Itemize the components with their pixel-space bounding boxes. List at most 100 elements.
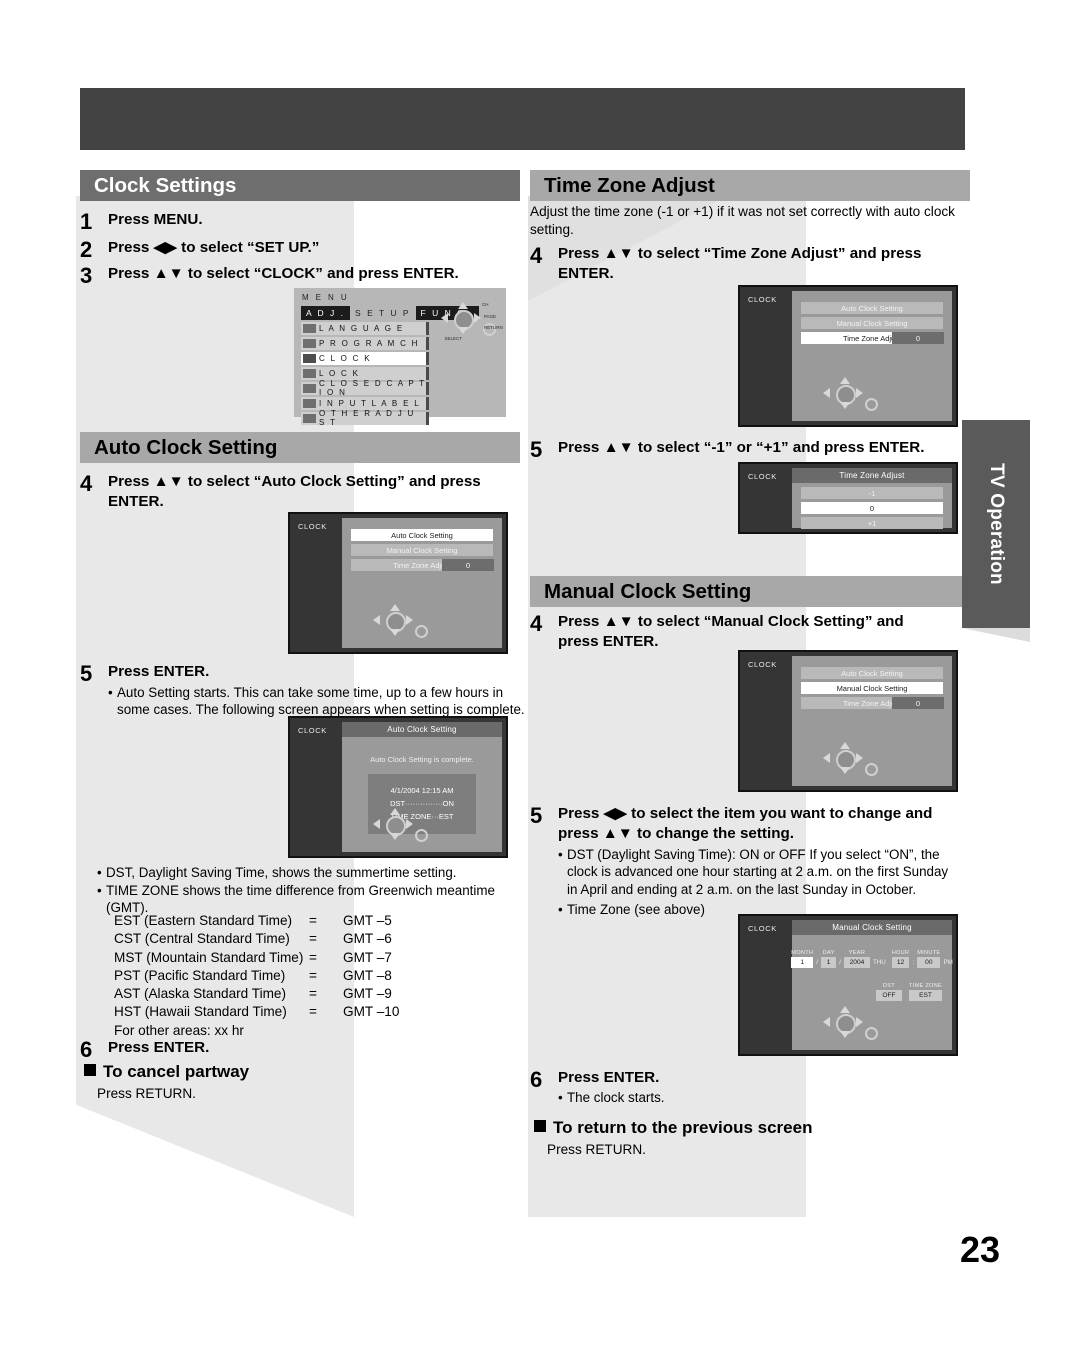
step-6-auto: 6 Press ENTER. bbox=[80, 1038, 510, 1062]
manual-clock-fields: MONTH 1 / DAY 1 / YEAR 2004 THU HOUR 12 … bbox=[791, 950, 953, 1001]
step-number: 4 bbox=[80, 471, 93, 496]
weekday-label: THU bbox=[872, 959, 886, 966]
menu-item-closed-caption[interactable]: C L O S E D C A P T I O N bbox=[301, 379, 429, 397]
step-3: 3 Press ▲▼ to select “CLOCK” and press E… bbox=[80, 264, 520, 288]
osd-option-time-zone-adjust[interactable]: Time Zone Adjust 0 bbox=[351, 559, 494, 571]
tz-name: CST (Central Standard Time) bbox=[114, 931, 290, 947]
field-caption: DAY bbox=[822, 950, 835, 956]
tz-equals: = bbox=[309, 931, 317, 947]
dpad-label-return: RETURN bbox=[484, 325, 503, 330]
clock-icon bbox=[303, 353, 316, 363]
osd-body: Manual Clock Setting MONTH 1 / DAY 1 / Y… bbox=[791, 920, 953, 1050]
osd-option-time-zone-adjust[interactable]: Time Zone Adjust 0 bbox=[801, 332, 944, 344]
dst-field[interactable]: DST OFF bbox=[875, 983, 902, 1001]
osd-option-value: 0 bbox=[892, 332, 944, 344]
step-bullet: The clock starts. bbox=[567, 1089, 665, 1105]
top-banner bbox=[80, 88, 965, 150]
osd-tag: CLOCK bbox=[748, 660, 777, 669]
note-dst: DST, Daylight Saving Time, shows the sum… bbox=[106, 865, 457, 880]
osd-option-label: Manual Clock Setting bbox=[836, 318, 908, 328]
sliders-icon bbox=[303, 413, 316, 423]
osd-message: Auto Clock Setting is complete. bbox=[370, 755, 474, 764]
month-field[interactable]: MONTH 1 bbox=[791, 950, 814, 968]
osd-body: Time Zone Adjust -1 0 +1 bbox=[792, 468, 952, 529]
field-value: 1 bbox=[821, 957, 837, 968]
field-caption: MINUTE bbox=[917, 950, 941, 956]
step-text: Press ▲▼ to select “Auto Clock Setting” … bbox=[108, 473, 481, 510]
side-tab-label: TV Operation bbox=[986, 463, 1007, 585]
osd-clock-menu-auto: CLOCK Auto Clock Setting Manual Clock Se… bbox=[288, 512, 508, 654]
menu-tab-adj[interactable]: A D J . bbox=[301, 306, 351, 320]
osd-option-auto-clock-setting[interactable]: Auto Clock Setting bbox=[801, 302, 943, 314]
cancel-partway-body: Press RETURN. bbox=[97, 1086, 196, 1101]
table-row: CST (Central Standard Time) = GMT –6 bbox=[114, 930, 399, 948]
year-field[interactable]: YEAR 2004 bbox=[843, 950, 870, 968]
menu-item-other-adjust[interactable]: O T H E R A D J U S T bbox=[301, 409, 429, 428]
field-value: 00 bbox=[917, 957, 941, 968]
day-field[interactable]: DAY 1 bbox=[821, 950, 837, 968]
osd-option-value: 0 bbox=[892, 697, 944, 709]
timezone-table: EST (Eastern Standard Time) = GMT –5 CST… bbox=[114, 912, 399, 1040]
step-bullet-timezone: Time Zone (see above) bbox=[567, 901, 705, 917]
menu-item-label: O T H E R A D J U S T bbox=[319, 409, 416, 428]
osd-option-manual-clock-setting[interactable]: Manual Clock Setting bbox=[351, 544, 493, 556]
menu-item-lock[interactable]: L O C K bbox=[301, 367, 429, 380]
table-row: EST (Eastern Standard Time) = GMT –5 bbox=[114, 912, 399, 930]
menu-item-clock[interactable]: C L O C K bbox=[301, 352, 429, 365]
osd-option-label: Auto Clock Setting bbox=[841, 303, 903, 313]
field-value: EST bbox=[908, 990, 943, 1001]
osd-option-label: Manual Clock Setting bbox=[836, 683, 908, 693]
osd-option-auto-clock-setting[interactable]: Auto Clock Setting bbox=[351, 529, 493, 541]
osd-option-auto-clock-setting[interactable]: Auto Clock Setting bbox=[801, 667, 943, 679]
hour-field[interactable]: HOUR 12 bbox=[891, 950, 910, 968]
heading-cancel-partway: To cancel partway bbox=[84, 1062, 249, 1082]
osd-time-zone-adjust: CLOCK Time Zone Adjust -1 0 +1 bbox=[738, 462, 958, 534]
osd-option-plus-one[interactable]: +1 bbox=[801, 517, 943, 529]
tz-offset: GMT –10 bbox=[343, 1004, 400, 1020]
caption-icon bbox=[303, 383, 316, 393]
field-value: 12 bbox=[891, 957, 910, 968]
step-text: Press ENTER. bbox=[558, 1069, 660, 1086]
minute-field[interactable]: MINUTE 00 bbox=[917, 950, 941, 968]
osd-option-manual-clock-setting[interactable]: Manual Clock Setting bbox=[801, 682, 943, 694]
osd-option-minus-one[interactable]: -1 bbox=[801, 487, 943, 499]
menu-tab-setup[interactable]: S E T U P bbox=[350, 306, 415, 320]
step-text: Press ▲▼ to select “Manual Clock Setting… bbox=[558, 613, 904, 650]
menu-item-input-label[interactable]: I N P U T L A B E L bbox=[301, 397, 429, 410]
tz-name: MST (Mountain Standard Time) bbox=[114, 949, 304, 965]
tv-icon bbox=[303, 338, 316, 348]
time-zone-intro: Adjust the time zone (-1 or +1) if it wa… bbox=[530, 204, 955, 238]
osd-option-time-zone-adjust[interactable]: Time Zone Adjust 0 bbox=[801, 697, 944, 709]
dpad-label-page: PAGE bbox=[484, 314, 497, 319]
timezone-field[interactable]: TIME ZONE EST bbox=[908, 983, 943, 1001]
step-text: Press ▲▼ to select “CLOCK” and press ENT… bbox=[108, 265, 459, 282]
menu-item-program-ch[interactable]: P R O G R A M C H bbox=[301, 337, 429, 350]
step-text: Press ENTER. bbox=[108, 1039, 210, 1056]
field-caption: TIME ZONE bbox=[908, 983, 943, 989]
field-caption: DST bbox=[882, 983, 895, 989]
section-header-time-zone-adjust: Time Zone Adjust bbox=[530, 170, 970, 201]
step-5-timezone: 5 Press ▲▼ to select “-1” or “+1” and pr… bbox=[530, 438, 960, 462]
step-number: 2 bbox=[80, 237, 93, 262]
menu-item-language[interactable]: L A N G U A G E bbox=[301, 322, 429, 335]
manual-page: Clock Settings 1 Press MENU. 2 Press ◀▶ … bbox=[0, 0, 1080, 1363]
date-separator: / bbox=[839, 959, 841, 966]
field-caption: HOUR bbox=[891, 950, 910, 956]
osd-option-manual-clock-setting[interactable]: Manual Clock Setting bbox=[801, 317, 943, 329]
field-value: OFF bbox=[875, 990, 902, 1001]
osd-option-label: Auto Clock Setting bbox=[841, 668, 903, 678]
field-value: 1 bbox=[791, 957, 814, 968]
osd-option-zero[interactable]: 0 bbox=[801, 502, 943, 514]
osd-info-datetime: 4/1/2004 12:15 AM bbox=[390, 786, 454, 795]
tz-offset: GMT –8 bbox=[343, 967, 392, 983]
heading-text: To cancel partway bbox=[103, 1062, 250, 1081]
step-number: 6 bbox=[80, 1037, 93, 1062]
section-title: Time Zone Adjust bbox=[544, 173, 715, 197]
menu-item-label: C L O C K bbox=[319, 353, 372, 363]
heading-text: To return to the previous screen bbox=[553, 1118, 813, 1137]
osd-option-label: +1 bbox=[867, 518, 877, 528]
menu-item-label: P R O G R A M C H bbox=[319, 338, 420, 348]
tz-offset: GMT –5 bbox=[343, 913, 392, 928]
tz-equals: = bbox=[309, 967, 317, 983]
step-1: 1 Press MENU. bbox=[80, 210, 510, 234]
